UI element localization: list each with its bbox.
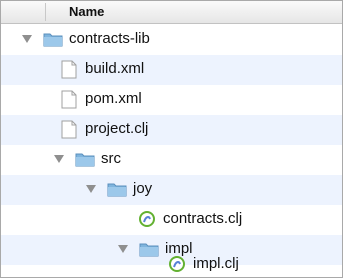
- tree-row-build-xml[interactable]: build.xml: [1, 55, 342, 85]
- disclosure-expanded-icon[interactable]: [22, 35, 32, 43]
- clojure-file-icon: [169, 256, 185, 272]
- tree-item-label: contracts-lib: [69, 30, 150, 47]
- folder-icon: [43, 33, 63, 47]
- disclosure-expanded-icon[interactable]: [86, 185, 96, 193]
- tree-row-joy[interactable]: joy: [1, 175, 342, 205]
- document-icon: [61, 90, 77, 109]
- column-divider[interactable]: [45, 3, 46, 21]
- tree-item-label: project.clj: [85, 120, 149, 137]
- tree-row-src[interactable]: src: [1, 145, 342, 175]
- tree-item-label: impl.clj: [193, 255, 239, 272]
- tree-row-impl-clj[interactable]: impl.clj: [1, 253, 342, 277]
- tree-item-label: src: [101, 150, 121, 167]
- tree-row-pom-xml[interactable]: pom.xml: [1, 85, 342, 115]
- document-icon: [61, 120, 77, 139]
- tree-item-label: build.xml: [85, 60, 145, 77]
- disclosure-expanded-icon[interactable]: [54, 155, 64, 163]
- disclosure-expanded-icon[interactable]: [118, 245, 128, 253]
- document-icon: [61, 60, 77, 79]
- column-header[interactable]: Name: [1, 1, 342, 24]
- folder-icon: [107, 183, 127, 197]
- tree-row-contracts-lib[interactable]: contracts-lib: [1, 25, 342, 55]
- folder-icon: [75, 153, 95, 167]
- tree-item-label: pom.xml: [85, 90, 142, 107]
- file-browser: Name contracts-lib build.xml pom.xml pro…: [0, 0, 343, 278]
- tree-row-project-clj[interactable]: project.clj: [1, 115, 342, 145]
- name-column-label: Name: [69, 4, 105, 19]
- tree-item-label: contracts.clj: [163, 210, 243, 227]
- tree-item-label: joy: [133, 180, 153, 197]
- clojure-file-icon: [139, 211, 155, 227]
- tree-row-contracts-clj[interactable]: contracts.clj: [1, 205, 342, 235]
